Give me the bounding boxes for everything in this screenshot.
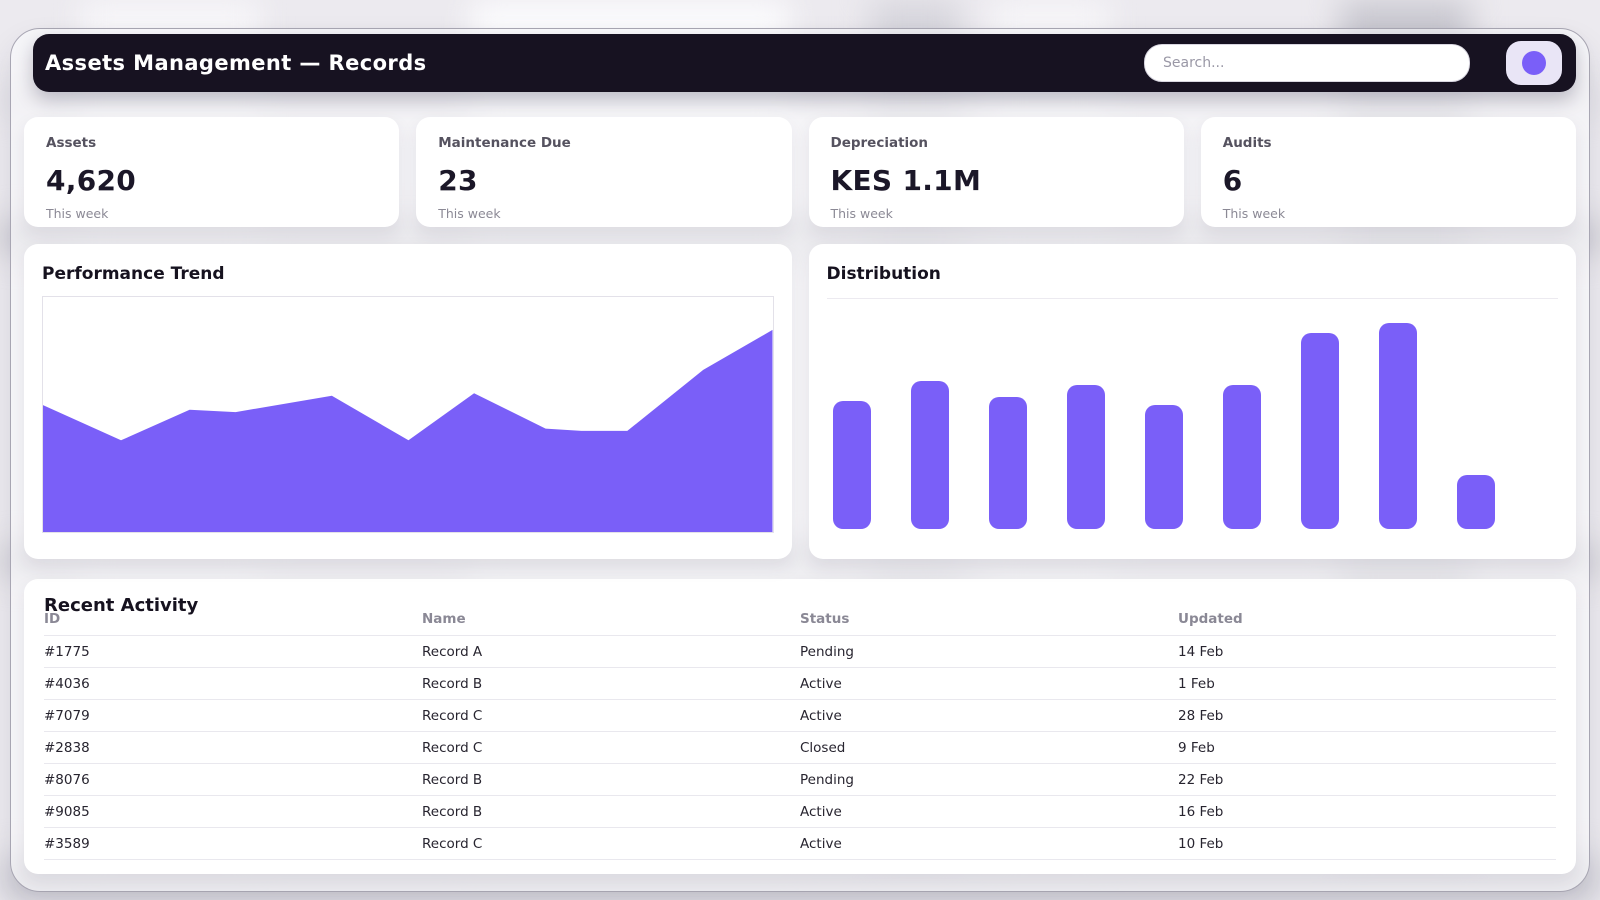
table-row[interactable]: #1775Record APending14 Feb [44, 636, 1556, 668]
table-cell: #9085 [44, 796, 422, 828]
table-row[interactable]: #3589Record CActive10 Feb [44, 828, 1556, 860]
table-cell: Record C [422, 700, 800, 732]
bar [1457, 475, 1495, 529]
bar [833, 401, 871, 529]
table-cell: #2838 [44, 732, 422, 764]
stat-card-audits: Audits 6 This week [1201, 117, 1576, 227]
table-cell: #1775 [44, 636, 422, 668]
charts-row: Performance Trend Distribution [24, 244, 1576, 559]
stat-value: 6 [1223, 164, 1554, 197]
table-cell: Active [800, 668, 1178, 700]
table-cell: Record C [422, 732, 800, 764]
bar [911, 381, 949, 529]
table-row[interactable]: #9085Record BActive16 Feb [44, 796, 1556, 828]
table-body: #1775Record APending14 Feb#4036Record BA… [44, 636, 1556, 860]
avatar-button[interactable] [1506, 41, 1562, 85]
recent-activity-card: Recent Activity ID Name Status Updated #… [24, 579, 1576, 874]
distribution-bars [827, 323, 1559, 529]
table-cell: #4036 [44, 668, 422, 700]
bar [1223, 385, 1261, 529]
table-cell: #8076 [44, 764, 422, 796]
avatar-icon [1522, 51, 1546, 75]
table-row[interactable]: #7079Record CActive28 Feb [44, 700, 1556, 732]
table-cell: 1 Feb [1178, 668, 1556, 700]
table-row[interactable]: #4036Record BActive1 Feb [44, 668, 1556, 700]
table-cell: 28 Feb [1178, 700, 1556, 732]
stat-subtext: This week [1223, 206, 1554, 221]
table-cell: Active [800, 700, 1178, 732]
stat-value: 23 [438, 164, 769, 197]
bar [1145, 405, 1183, 529]
stat-card-maintenance-due: Maintenance Due 23 This week [416, 117, 791, 227]
stat-subtext: This week [46, 206, 377, 221]
table-cell: Record B [422, 796, 800, 828]
chart-title: Performance Trend [42, 264, 774, 284]
recent-activity-table: ID Name Status Updated #1775Record APend… [44, 605, 1556, 860]
table-cell: 16 Feb [1178, 796, 1556, 828]
table-cell: Record B [422, 764, 800, 796]
stat-subtext: This week [438, 206, 769, 221]
performance-area-svg [43, 297, 773, 532]
section-title: Recent Activity [44, 595, 1556, 616]
bar [1067, 385, 1105, 529]
table-row[interactable]: #8076Record BPending22 Feb [44, 764, 1556, 796]
table-cell: Record B [422, 668, 800, 700]
bar [1301, 333, 1339, 529]
search-input[interactable] [1144, 44, 1470, 82]
stat-value: KES 1.1M [831, 164, 1162, 197]
stat-card-assets: Assets 4,620 This week [24, 117, 399, 227]
table-cell: #7079 [44, 700, 422, 732]
table-cell: 14 Feb [1178, 636, 1556, 668]
stat-value: 4,620 [46, 164, 377, 197]
stat-subtext: This week [831, 206, 1162, 221]
table-cell: 22 Feb [1178, 764, 1556, 796]
distribution-card: Distribution [809, 244, 1577, 559]
table-cell: 10 Feb [1178, 828, 1556, 860]
table-cell: Record A [422, 636, 800, 668]
bar [989, 397, 1027, 529]
performance-trend-card: Performance Trend [24, 244, 792, 559]
stat-label: Maintenance Due [438, 135, 769, 151]
stats-row: Assets 4,620 This week Maintenance Due 2… [24, 117, 1576, 227]
table-cell: Closed [800, 732, 1178, 764]
dashboard-container: Assets Management — Records Assets 4,620… [10, 28, 1590, 892]
stat-label: Audits [1223, 135, 1554, 151]
page-title: Assets Management — Records [45, 51, 427, 75]
table-cell: Pending [800, 636, 1178, 668]
stat-card-depreciation: Depreciation KES 1.1M This week [809, 117, 1184, 227]
top-bar: Assets Management — Records [33, 34, 1576, 92]
table-cell: #3589 [44, 828, 422, 860]
table-cell: Record C [422, 828, 800, 860]
area-series [43, 330, 773, 532]
bar [1379, 323, 1417, 529]
distribution-header: Distribution [827, 264, 1559, 299]
performance-area-chart [42, 296, 774, 533]
table-cell: Active [800, 796, 1178, 828]
stat-label: Depreciation [831, 135, 1162, 151]
table-row[interactable]: #2838Record CClosed9 Feb [44, 732, 1556, 764]
chart-title: Distribution [827, 264, 1559, 284]
table-cell: Active [800, 828, 1178, 860]
table-cell: 9 Feb [1178, 732, 1556, 764]
table-cell: Pending [800, 764, 1178, 796]
stat-label: Assets [46, 135, 377, 151]
